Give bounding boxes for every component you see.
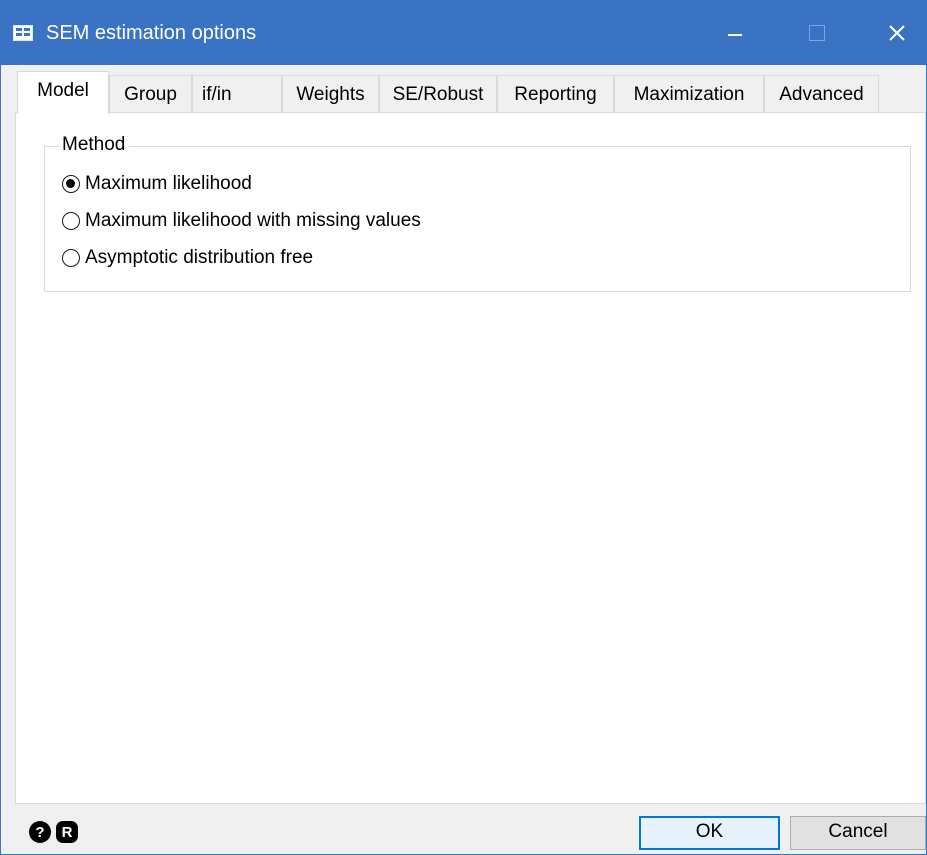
cancel-button[interactable]: Cancel — [790, 816, 926, 850]
method-option-label: Asymptotic distribution free — [85, 247, 314, 268]
minimize-icon — [728, 34, 742, 36]
tab-advanced[interactable]: Advanced — [764, 75, 879, 113]
app-icon — [13, 25, 33, 41]
method-option-mlmv[interactable]: Maximum likelihood with missing values — [62, 209, 421, 233]
method-option-label: Maximum likelihood — [85, 173, 252, 194]
title-bar[interactable]: SEM estimation options — [1, 1, 926, 65]
radio-button[interactable] — [62, 249, 80, 267]
tab-strip: Model Group if/in Weights SE/Robust Repo… — [15, 71, 895, 114]
ok-button[interactable]: OK — [639, 816, 780, 850]
maximize-icon — [809, 25, 825, 41]
close-icon — [889, 25, 905, 41]
tab-if-in[interactable]: if/in — [192, 75, 282, 113]
method-group-label: Method — [59, 133, 130, 157]
radio-button-checked[interactable] — [62, 175, 80, 193]
close-button[interactable] — [867, 1, 927, 65]
dialog-window: SEM estimation options Model Group if/in… — [0, 0, 927, 855]
tab-panel-model: Method Maximum likelihood Maximum likeli… — [15, 112, 926, 804]
tab-model[interactable]: Model — [17, 71, 109, 114]
tab-group[interactable]: Group — [109, 75, 192, 113]
minimize-button[interactable] — [705, 1, 765, 65]
tab-weights[interactable]: Weights — [282, 75, 379, 113]
help-icon[interactable]: ? — [29, 821, 51, 843]
tab-reporting[interactable]: Reporting — [497, 75, 614, 113]
reset-icon[interactable]: R — [56, 821, 78, 843]
tab-maximization[interactable]: Maximization — [614, 75, 764, 113]
radio-button[interactable] — [62, 212, 80, 230]
method-option-adf[interactable]: Asymptotic distribution free — [62, 246, 313, 270]
maximize-button[interactable] — [787, 1, 847, 65]
method-option-label: Maximum likelihood with missing values — [85, 210, 421, 231]
tab-se-robust[interactable]: SE/Robust — [379, 75, 497, 113]
window-title: SEM estimation options — [46, 22, 257, 44]
method-option-ml[interactable]: Maximum likelihood — [62, 172, 252, 196]
